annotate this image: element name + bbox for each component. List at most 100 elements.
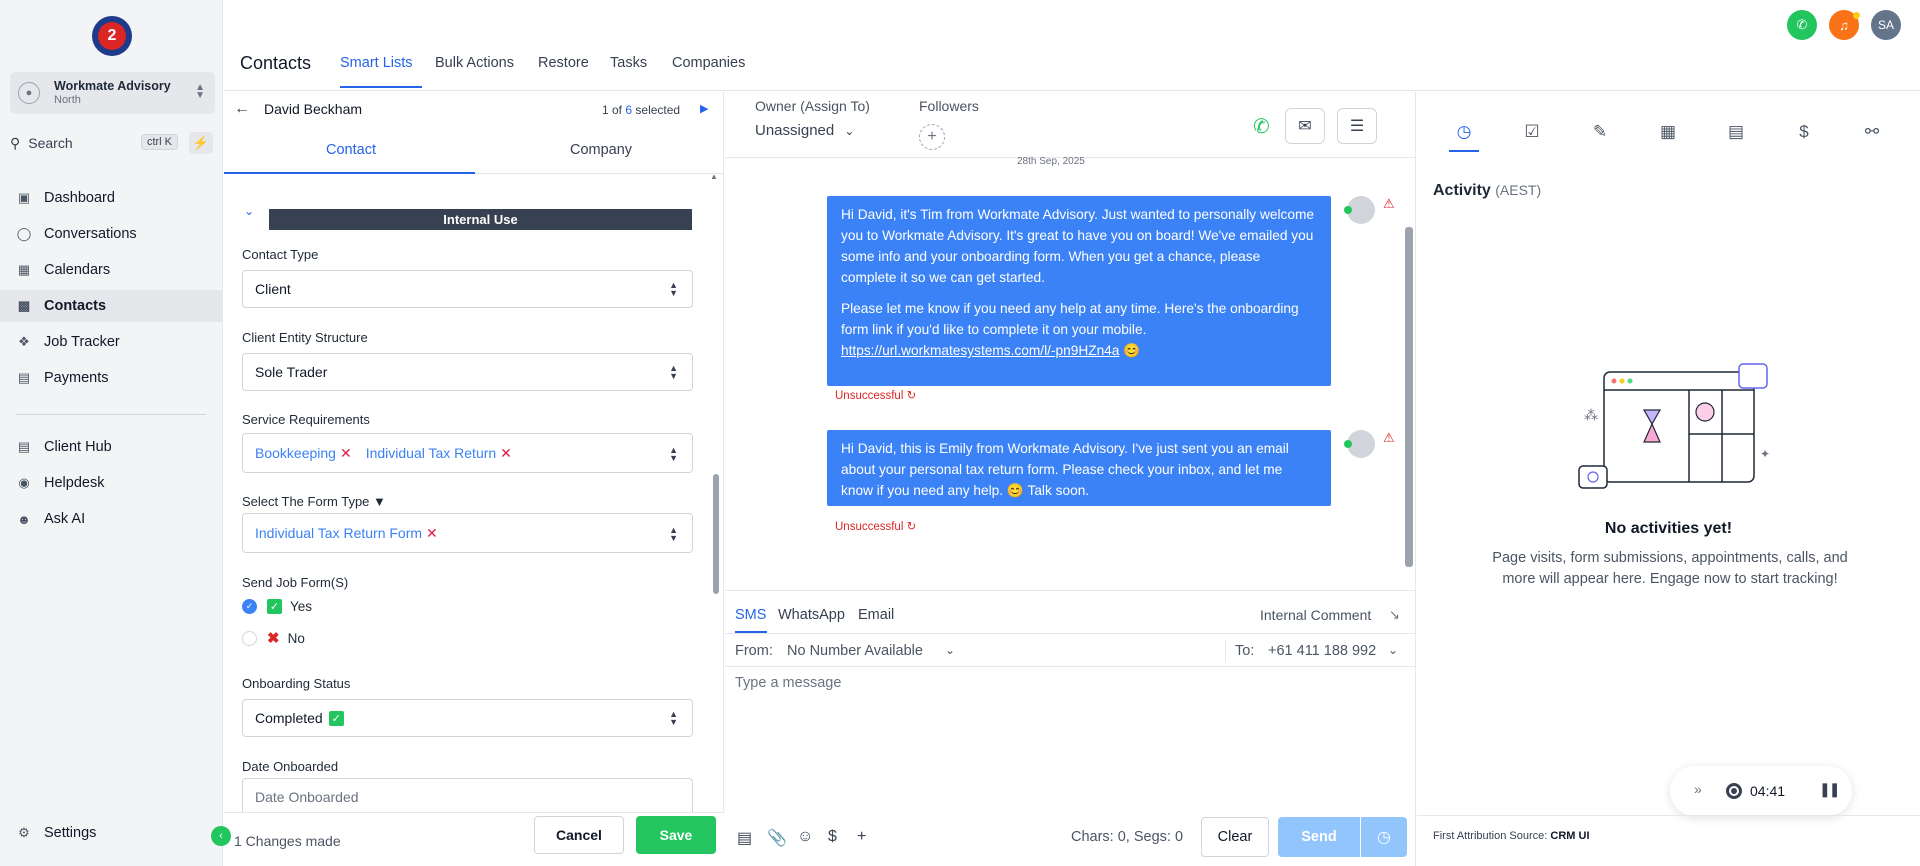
sidebar-item-job-tracker[interactable]: ❖ Job Tracker: [0, 326, 222, 358]
back-arrow-icon[interactable]: ←: [234, 100, 250, 118]
message-input[interactable]: [735, 675, 1405, 761]
sidebar-item-settings[interactable]: ⚙ Settings: [0, 817, 222, 849]
phone-icon[interactable]: ✆: [1787, 10, 1817, 40]
remove-chip-icon[interactable]: ✕: [426, 525, 438, 542]
form-scrollbar[interactable]: [713, 474, 719, 594]
entity-structure-select[interactable]: Sole Trader ▲ ▼: [242, 353, 693, 391]
email-icon[interactable]: ✉: [1285, 108, 1325, 144]
payment-icon[interactable]: $: [828, 828, 837, 846]
tab-smart-lists[interactable]: Smart Lists: [340, 55, 413, 71]
chip-individual-tax-return-form: Individual Tax Return Form ✕: [255, 525, 438, 542]
radio-yes-label: Yes: [290, 599, 313, 614]
sidebar-item-client-hub[interactable]: ▤ Client Hub: [0, 431, 222, 463]
chevron-down-icon[interactable]: ⌄: [1388, 643, 1398, 657]
tasks-tab-icon[interactable]: ☑: [1519, 122, 1545, 142]
save-button[interactable]: Save: [636, 816, 716, 854]
channel-tab-whatsapp[interactable]: WhatsApp: [778, 607, 845, 623]
tab-contact[interactable]: Contact: [326, 142, 376, 158]
tab-restore[interactable]: Restore: [538, 55, 589, 71]
internal-comment-tab[interactable]: Internal Comment: [1260, 607, 1371, 623]
sidebar-item-dashboard[interactable]: ▣ Dashboard: [0, 182, 222, 214]
from-label: From:: [735, 643, 773, 659]
select-arrows-icon: ▲ ▼: [669, 709, 678, 727]
filter-icon[interactable]: ☰: [1337, 108, 1377, 144]
send-button[interactable]: Send: [1278, 817, 1360, 857]
radio-no[interactable]: ✖ No: [242, 629, 305, 647]
service-requirements-select[interactable]: Bookkeeping ✕ Individual Tax Return ✕ ▲ ▼: [242, 433, 693, 473]
onboarding-status-select[interactable]: Completed ✓ ▲ ▼: [242, 699, 693, 737]
attachment-icon[interactable]: 📎: [767, 828, 787, 848]
template-icon[interactable]: ▤: [737, 828, 752, 848]
sidebar-item-contacts[interactable]: ▩ Contacts: [0, 290, 222, 322]
pager-total: 6: [625, 103, 633, 117]
from-number[interactable]: No Number Available: [787, 643, 923, 659]
scroll-up-icon[interactable]: ▲: [710, 172, 718, 181]
collapse-composer-icon[interactable]: ↘: [1389, 607, 1400, 623]
account-switcher[interactable]: ● Workmate Advisory North ▲ ▼: [10, 72, 215, 114]
user-avatar[interactable]: SA: [1871, 10, 1901, 40]
radio-no-label: No: [287, 630, 305, 646]
entity-structure-label: Client Entity Structure: [242, 330, 368, 345]
sidebar-item-ask-ai[interactable]: ☻ Ask AI: [0, 503, 222, 535]
payments-tab-icon[interactable]: $: [1791, 122, 1817, 142]
channel-tab-sms[interactable]: SMS: [735, 607, 766, 623]
date-onboarded-input[interactable]: Date Onboarded: [242, 778, 693, 812]
message-status[interactable]: Unsuccessful ↻: [835, 519, 916, 533]
message-status[interactable]: Unsuccessful ↻: [835, 388, 916, 402]
record-icon: [1726, 783, 1742, 799]
logo-mark: 2: [98, 22, 126, 50]
retry-icon: ↻: [906, 390, 917, 402]
owner-select[interactable]: Unassigned ⌄: [755, 122, 854, 139]
phone-call-icon[interactable]: ✆: [1253, 114, 1270, 139]
check-mark-icon: ✓: [328, 710, 344, 726]
sidebar-item-helpdesk[interactable]: ◉ Helpdesk: [0, 467, 222, 499]
next-contact-icon[interactable]: ▶: [700, 102, 708, 115]
onboarding-link[interactable]: https://url.workmatesystems.com/l/-pn9HZ…: [841, 343, 1119, 358]
tab-tasks[interactable]: Tasks: [610, 55, 647, 71]
conversation-scrollbar[interactable]: [1405, 227, 1413, 567]
activity-tab-icon[interactable]: ◷: [1451, 122, 1477, 142]
chevron-updown-icon: ▲ ▼: [195, 82, 205, 101]
contact-type-select[interactable]: Client ▲ ▼: [242, 270, 693, 308]
remove-chip-icon[interactable]: ✕: [500, 445, 512, 462]
check-mark-icon: ✓: [267, 599, 282, 614]
clear-button[interactable]: Clear: [1201, 817, 1269, 857]
notes-tab-icon[interactable]: ✎: [1587, 122, 1613, 142]
appointments-tab-icon[interactable]: ▦: [1655, 122, 1681, 142]
workflow-tab-icon[interactable]: ⚯: [1859, 122, 1885, 142]
form-type-select[interactable]: Individual Tax Return Form ✕ ▲ ▼: [242, 513, 693, 553]
channel-tab-email[interactable]: Email: [858, 607, 894, 623]
sidebar-search[interactable]: ⚲ Search ctrl K: [10, 131, 178, 155]
documents-tab-icon[interactable]: ▤: [1723, 122, 1749, 142]
radio-yes[interactable]: ✓ ✓ Yes: [242, 599, 312, 614]
to-number[interactable]: +61 411 188 992: [1268, 643, 1376, 659]
message-bubble: Hi David, it's Tim from Workmate Advisor…: [827, 196, 1331, 386]
tab-companies[interactable]: Companies: [672, 55, 745, 71]
cancel-button[interactable]: Cancel: [534, 816, 624, 854]
pause-icon[interactable]: ❚❚: [1819, 781, 1841, 798]
app-logo[interactable]: 2: [92, 16, 132, 56]
message-bubble: Hi David, this is Emily from Workmate Ad…: [827, 430, 1331, 506]
sidebar-item-calendars[interactable]: ▦ Calendars: [0, 254, 222, 286]
message-text: Hi David, this is Emily from Workmate Ad…: [841, 441, 1289, 498]
tab-company[interactable]: Company: [570, 142, 632, 158]
remove-chip-icon[interactable]: ✕: [340, 445, 352, 462]
tab-bulk-actions[interactable]: Bulk Actions: [435, 55, 514, 71]
followers-label: Followers: [919, 98, 979, 114]
sidebar-item-payments[interactable]: ▤ Payments: [0, 362, 222, 394]
section-header[interactable]: Internal Use: [269, 209, 692, 230]
expand-recorder-icon[interactable]: »: [1694, 781, 1702, 797]
sidebar-item-conversations[interactable]: ◯ Conversations: [0, 218, 222, 250]
emoji-icon[interactable]: ☺: [797, 828, 813, 846]
chevron-down-icon[interactable]: ⌄: [244, 204, 254, 218]
chevron-down-icon[interactable]: ⌄: [945, 643, 955, 657]
add-follower-icon[interactable]: +: [919, 124, 945, 150]
collapse-sidebar-icon[interactable]: ‹: [211, 826, 231, 846]
sidebar-item-label: Client Hub: [44, 439, 112, 455]
schedule-icon[interactable]: ◷: [1361, 817, 1407, 857]
quick-action-bolt-icon[interactable]: ⚡: [189, 132, 213, 154]
onboarding-status-value: Completed: [255, 710, 323, 726]
divider: [1417, 815, 1920, 816]
recording-widget[interactable]: » 04:41 ❚❚: [1670, 766, 1852, 816]
plus-icon[interactable]: +: [857, 828, 866, 846]
